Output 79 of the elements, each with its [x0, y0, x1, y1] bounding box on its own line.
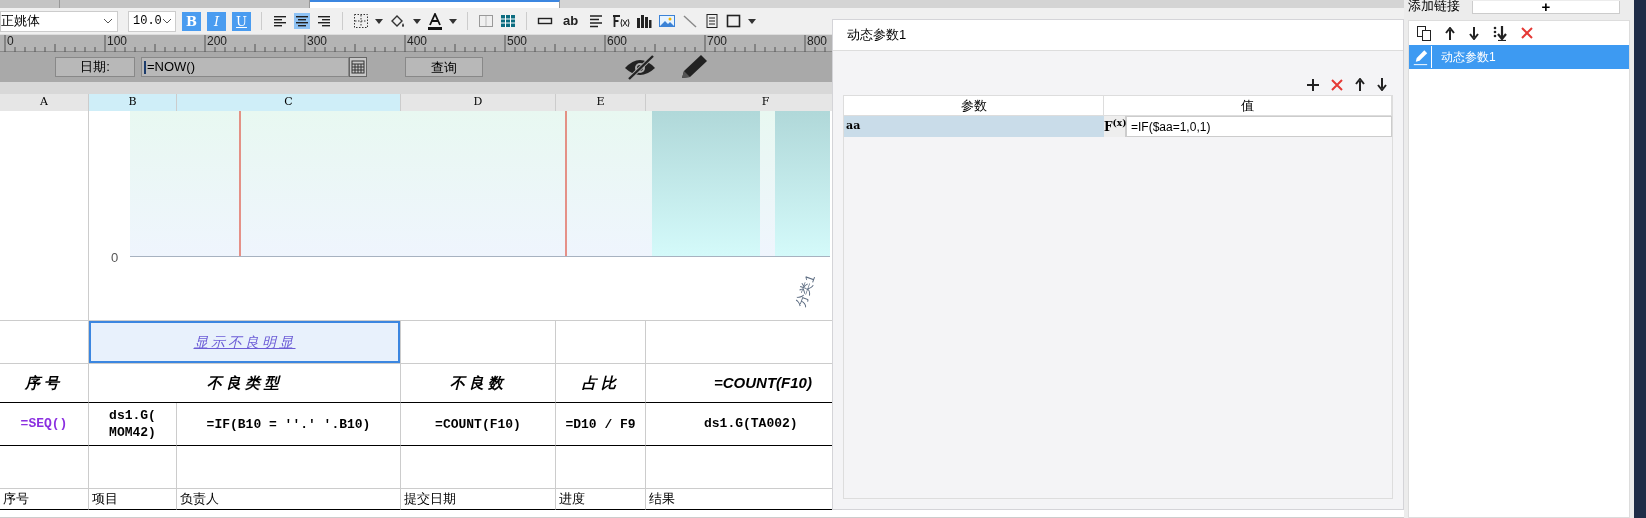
table-cell[interactable]: aa [844, 116, 1104, 137]
table-cell: 序号 [0, 364, 89, 403]
table-cell: ds1.G( MOM42) [89, 403, 177, 446]
link-cell[interactable]: 显示不良明显 [89, 321, 401, 364]
font-color-icon[interactable] [427, 12, 443, 30]
align-right-icon[interactable] [316, 13, 332, 29]
column-header[interactable]: E [556, 94, 646, 111]
font-size-select[interactable]: 10.0 [128, 10, 176, 32]
font-select[interactable]: 正姚体 [0, 10, 118, 32]
dropdown-icon[interactable] [375, 18, 383, 24]
ruler-label: 500 [507, 35, 528, 47]
table-cell: 进度 [556, 489, 646, 510]
value-field[interactable]: =IF($aa=1,0,1) [1126, 116, 1392, 137]
query-button[interactable]: 查询 [405, 57, 483, 77]
move-to-bottom-icon[interactable] [1493, 25, 1507, 41]
add-link-button[interactable]: + [1472, 0, 1620, 14]
column-header[interactable]: C [177, 94, 401, 111]
table-cell: 不良数 [401, 364, 556, 403]
dropdown-icon [161, 18, 172, 24]
ruler-label: 0 [7, 35, 14, 47]
dropdown-icon[interactable] [449, 18, 457, 24]
ruler-label: 100 [107, 35, 128, 47]
delete-icon[interactable] [1331, 79, 1343, 91]
column-header: 参数 [844, 96, 1104, 116]
dropdown-icon[interactable] [413, 18, 421, 24]
table-cell: 占比 [556, 364, 646, 403]
dialog-title: 动态参数1 [847, 26, 907, 45]
slash-icon[interactable] [682, 13, 699, 29]
column-header: 值 [1104, 96, 1392, 116]
document-icon[interactable] [704, 13, 721, 29]
arrow-down-icon[interactable] [1377, 78, 1387, 91]
ruler-label: 600 [607, 35, 628, 47]
font-name: 正姚体 [1, 12, 40, 31]
dropdown-icon [103, 18, 113, 24]
arrow-up-icon[interactable] [1445, 26, 1455, 40]
eye-slash-icon[interactable] [623, 54, 657, 80]
delete-icon[interactable] [1521, 27, 1533, 39]
table-cell: =D10 / F9 [556, 403, 646, 446]
document-tab[interactable] [310, 0, 560, 8]
ruler-label: 800 [807, 35, 828, 47]
add-icon[interactable] [1307, 79, 1319, 91]
ruler-label: 400 [407, 35, 428, 47]
table-cell: =COUNT(F10) [401, 403, 556, 446]
formula-button[interactable]: F$^{(x)}$ [1104, 116, 1126, 137]
paragraph-icon[interactable] [588, 13, 605, 29]
date-field[interactable]: =NOW() [141, 57, 349, 77]
text-tool[interactable]: ab [559, 11, 583, 31]
align-center-icon[interactable] [294, 13, 310, 29]
copy-icon[interactable] [1417, 25, 1431, 41]
pencil-icon[interactable] [679, 53, 709, 81]
table-cell: 负责人 [177, 489, 401, 510]
category-label: 分类1 [791, 271, 820, 310]
border-box-icon[interactable] [726, 13, 743, 29]
fill-color-icon[interactable] [389, 13, 407, 29]
calendar-icon[interactable] [349, 57, 367, 77]
arrow-up-icon[interactable] [1355, 78, 1365, 91]
table-cell: =SEQ() [0, 403, 89, 446]
ruler-label: 300 [307, 35, 328, 47]
table-cell: 项目 [89, 489, 177, 510]
ruler-label: 700 [707, 35, 728, 47]
table-cell: 不良类型 [89, 364, 401, 403]
column-header[interactable]: A [0, 94, 89, 111]
column-header[interactable]: D [401, 94, 556, 111]
formula-icon[interactable] [610, 13, 631, 29]
table-cell: =IF(B10 = ''.' '.B10) [177, 403, 401, 446]
image-icon[interactable] [658, 13, 677, 29]
table-grid-icon[interactable] [500, 13, 516, 29]
table-cell: 序号 [0, 489, 89, 510]
column-header[interactable]: B [89, 94, 177, 111]
arrow-down-icon[interactable] [1469, 26, 1479, 40]
bar-chart-icon[interactable] [636, 13, 653, 29]
date-label: 日期: [55, 57, 135, 77]
align-left-icon[interactable] [272, 13, 288, 29]
merge-cells-icon[interactable] [478, 13, 494, 29]
ruler-label: 200 [207, 35, 228, 47]
table-cell: 提交日期 [401, 489, 556, 510]
dropdown-icon[interactable] [748, 18, 757, 24]
axis-tick-label: 0 [111, 249, 119, 267]
borders-icon[interactable] [353, 13, 369, 29]
